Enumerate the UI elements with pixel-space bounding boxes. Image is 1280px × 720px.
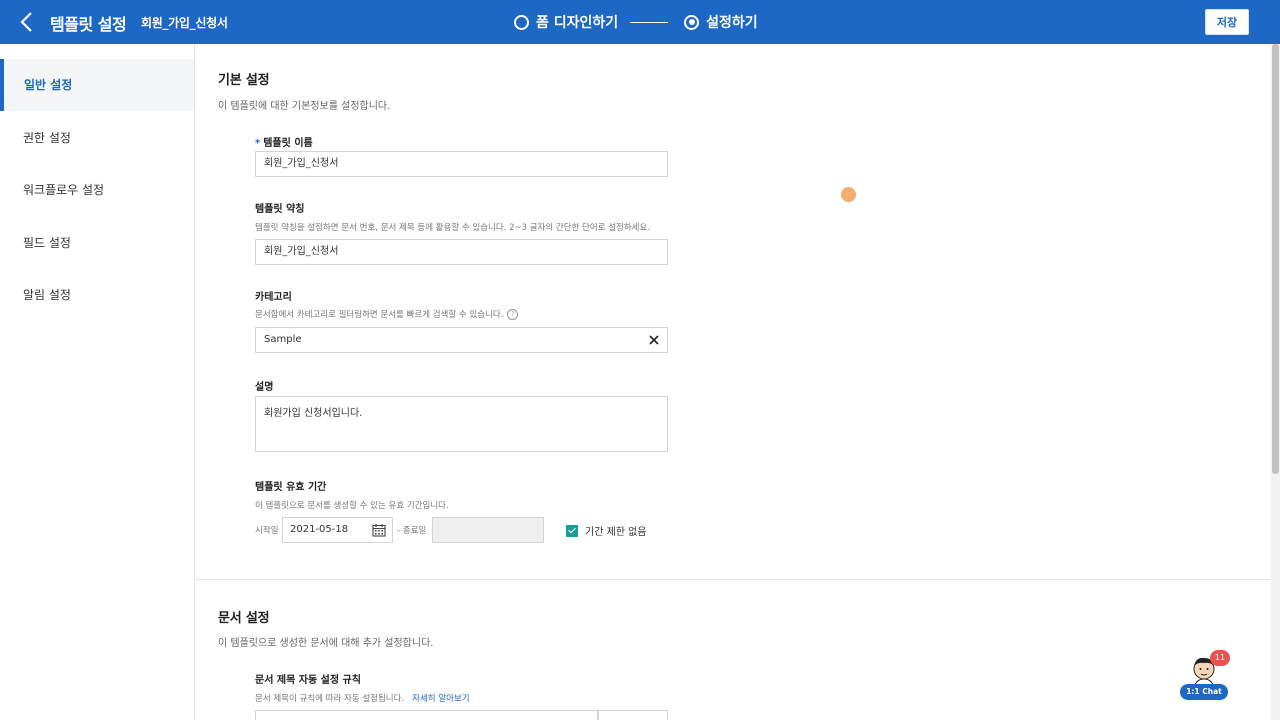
template-name: 회원_가입_신청서	[141, 16, 228, 30]
section-desc-basic: 이 템플릿에 대한 기본정보를 설정합니다.	[218, 101, 391, 112]
description-field-label: 설명	[255, 382, 274, 393]
step-connector	[630, 21, 669, 23]
category-select[interactable]: Sample	[255, 327, 668, 353]
radio-selected-icon	[684, 14, 700, 30]
step-label: 설정하기	[706, 15, 758, 31]
sidebar-item-fields[interactable]: 필드 설정	[0, 217, 194, 269]
section-divider	[195, 579, 1271, 580]
auto-title-rule-button[interactable]	[598, 710, 668, 720]
start-date-label: 시작일	[255, 526, 279, 536]
section-title-basic: 기본 설정	[218, 73, 270, 88]
section-title-document: 문서 설정	[218, 611, 270, 626]
scrollbar-thumb[interactable]	[1272, 44, 1279, 474]
abbr-help-text: 템플릿 약칭을 설정하면 문서 번호, 문서 제목 등에 활용할 수 있습니다.…	[255, 223, 651, 233]
sidebar-item-general[interactable]: 일반 설정	[0, 59, 194, 111]
sidebar-item-permissions[interactable]: 권한 설정	[0, 112, 194, 164]
scrollbar[interactable]	[1271, 44, 1280, 720]
sidebar: 일반 설정 권한 설정 워크플로우 설정 필드 설정 알림 설정	[0, 44, 195, 720]
help-icon[interactable]: ?	[507, 308, 519, 320]
description-textarea[interactable]: 회원가입 신청서입니다.	[255, 396, 668, 452]
chat-label[interactable]: 1:1 Chat	[1180, 684, 1228, 700]
close-icon[interactable]	[647, 333, 661, 347]
auto-title-field-label: 문서 제목 자동 설정 규칙	[255, 675, 361, 686]
top-bar: 템플릿 설정 회원_가입_신청서 폼 디자인하기 설정하기 저장	[0, 0, 1280, 44]
category-value: Sample	[264, 334, 302, 345]
back-arrow-icon[interactable]	[14, 10, 40, 34]
start-date-input[interactable]: 2021-05-18	[282, 517, 393, 543]
category-help: 문서함에서 카테고리로 필터링하면 문서를 빠르게 검색할 수 있습니다. ?	[255, 308, 519, 320]
page-title: 템플릿 설정	[50, 15, 127, 34]
end-date-input[interactable]	[432, 517, 544, 543]
learn-more-link[interactable]: 자세히 알아보기	[412, 692, 469, 704]
save-button[interactable]: 저장	[1205, 9, 1249, 35]
cursor-highlight	[841, 187, 856, 202]
no-limit-checkbox[interactable]	[566, 525, 578, 537]
category-help-text: 문서함에서 카테고리로 필터링하면 문서를 빠르게 검색할 수 있습니다.	[255, 310, 504, 320]
auto-title-rule-input[interactable]	[255, 710, 598, 720]
sidebar-item-workflow[interactable]: 워크플로우 설정	[0, 164, 194, 216]
template-name-input[interactable]: 회원_가입_신청서	[255, 151, 668, 177]
required-mark: *	[255, 138, 261, 149]
step-settings[interactable]: 설정하기	[684, 12, 758, 32]
validity-field-label: 템플릿 유효 기간	[255, 482, 327, 493]
validity-help-text: 이 템플릿으로 문서를 생성할 수 있는 유효 기간입니다.	[255, 501, 449, 511]
step-form-design[interactable]: 폼 디자인하기	[514, 12, 618, 32]
no-limit-label: 기간 제한 없음	[585, 527, 647, 538]
radio-empty-icon	[514, 14, 529, 30]
end-date-label: - 종료일	[397, 526, 427, 536]
sidebar-item-notifications[interactable]: 알림 설정	[0, 269, 194, 321]
chat-badge: 11	[1210, 650, 1230, 666]
chat-widget[interactable]: 1:1 Chat 11	[1178, 650, 1230, 702]
auto-title-help-text: 문서 제목이 규칙에 따라 자동 설정됩니다.	[255, 694, 405, 704]
step-indicator: 폼 디자인하기 설정하기	[514, 11, 758, 33]
auto-title-help: 문서 제목이 규칙에 따라 자동 설정됩니다. 자세히 알아보기	[255, 692, 470, 704]
section-desc-document: 이 템플릿으로 생성한 문서에 대해 추가 설정합니다.	[218, 638, 434, 649]
name-label-text: 템플릿 이름	[263, 138, 313, 149]
name-field-label: * 템플릿 이름	[255, 134, 313, 149]
step-label: 폼 디자인하기	[536, 15, 619, 31]
calendar-icon[interactable]	[372, 523, 386, 537]
start-date-value: 2021-05-18	[290, 524, 349, 535]
category-field-label: 카테고리	[255, 292, 292, 303]
main-content: 기본 설정 이 템플릿에 대한 기본정보를 설정합니다. * 템플릿 이름 회원_…	[195, 44, 1271, 720]
abbr-field-label: 템플릿 약칭	[255, 204, 305, 215]
template-abbr-input[interactable]: 회원_가입_신청서	[255, 239, 668, 265]
